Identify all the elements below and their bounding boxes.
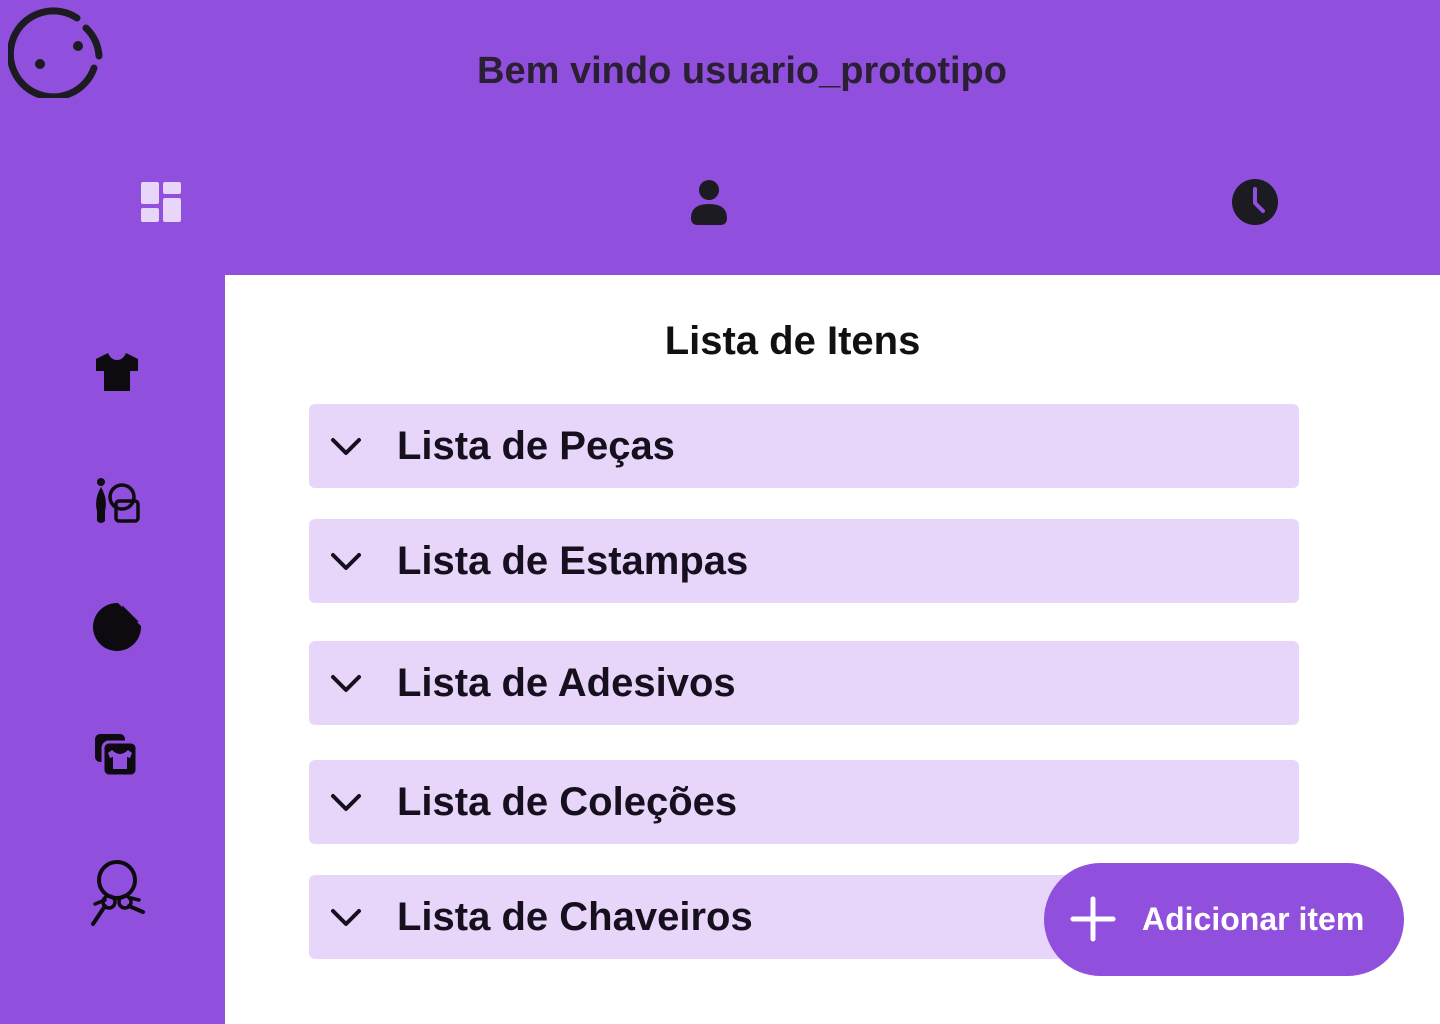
- page-title: Lista de Itens: [664, 319, 921, 363]
- chevron-down-icon: [331, 675, 361, 692]
- sidebar-item-chaveiros[interactable]: [82, 858, 152, 928]
- accordion-pecas[interactable]: Lista de Peças: [309, 404, 1299, 488]
- accordion-label: Lista de Adesivos: [397, 660, 736, 705]
- nav-profile-button[interactable]: [681, 174, 737, 230]
- brush-shapes-icon: [96, 478, 140, 523]
- nav-history-button[interactable]: [1227, 174, 1283, 230]
- add-item-label: Adicionar item: [1142, 901, 1365, 937]
- accordion-estampas[interactable]: Lista de Estampas: [309, 519, 1299, 603]
- accordion-label: Lista de Chaveiros: [397, 894, 753, 939]
- accordion-label: Lista de Peças: [397, 423, 675, 468]
- accordion-adesivos[interactable]: Lista de Adesivos: [309, 641, 1299, 725]
- person-icon: [691, 180, 727, 225]
- chevron-down-icon: [331, 553, 361, 570]
- sidebar-item-estampas[interactable]: [82, 466, 152, 536]
- add-item-button[interactable]: Adicionar item: [1044, 863, 1404, 976]
- sidebar-item-colecoes[interactable]: [82, 721, 152, 791]
- welcome-heading: Bem vindo usuario_prototipo: [477, 50, 1007, 92]
- sticker-icon: [93, 603, 141, 651]
- accordion-colecoes[interactable]: Lista de Coleções: [309, 760, 1299, 844]
- chevron-down-icon: [331, 794, 361, 811]
- dashboard-icon: [141, 182, 181, 222]
- tshirt-icon: [96, 353, 138, 391]
- plus-icon: [1070, 896, 1116, 942]
- chevron-down-icon: [331, 438, 361, 455]
- sidebar-item-adesivos[interactable]: [82, 592, 152, 662]
- chevron-down-icon: [331, 909, 361, 926]
- collection-icon: [95, 734, 139, 778]
- clock-icon: [1232, 179, 1278, 225]
- nav-dashboard-button[interactable]: [133, 174, 189, 230]
- sidebar-item-pecas[interactable]: [82, 337, 152, 407]
- accordion-label: Lista de Estampas: [397, 538, 749, 583]
- keychain-icon: [91, 860, 145, 926]
- accordion-label: Lista de Coleções: [397, 779, 738, 824]
